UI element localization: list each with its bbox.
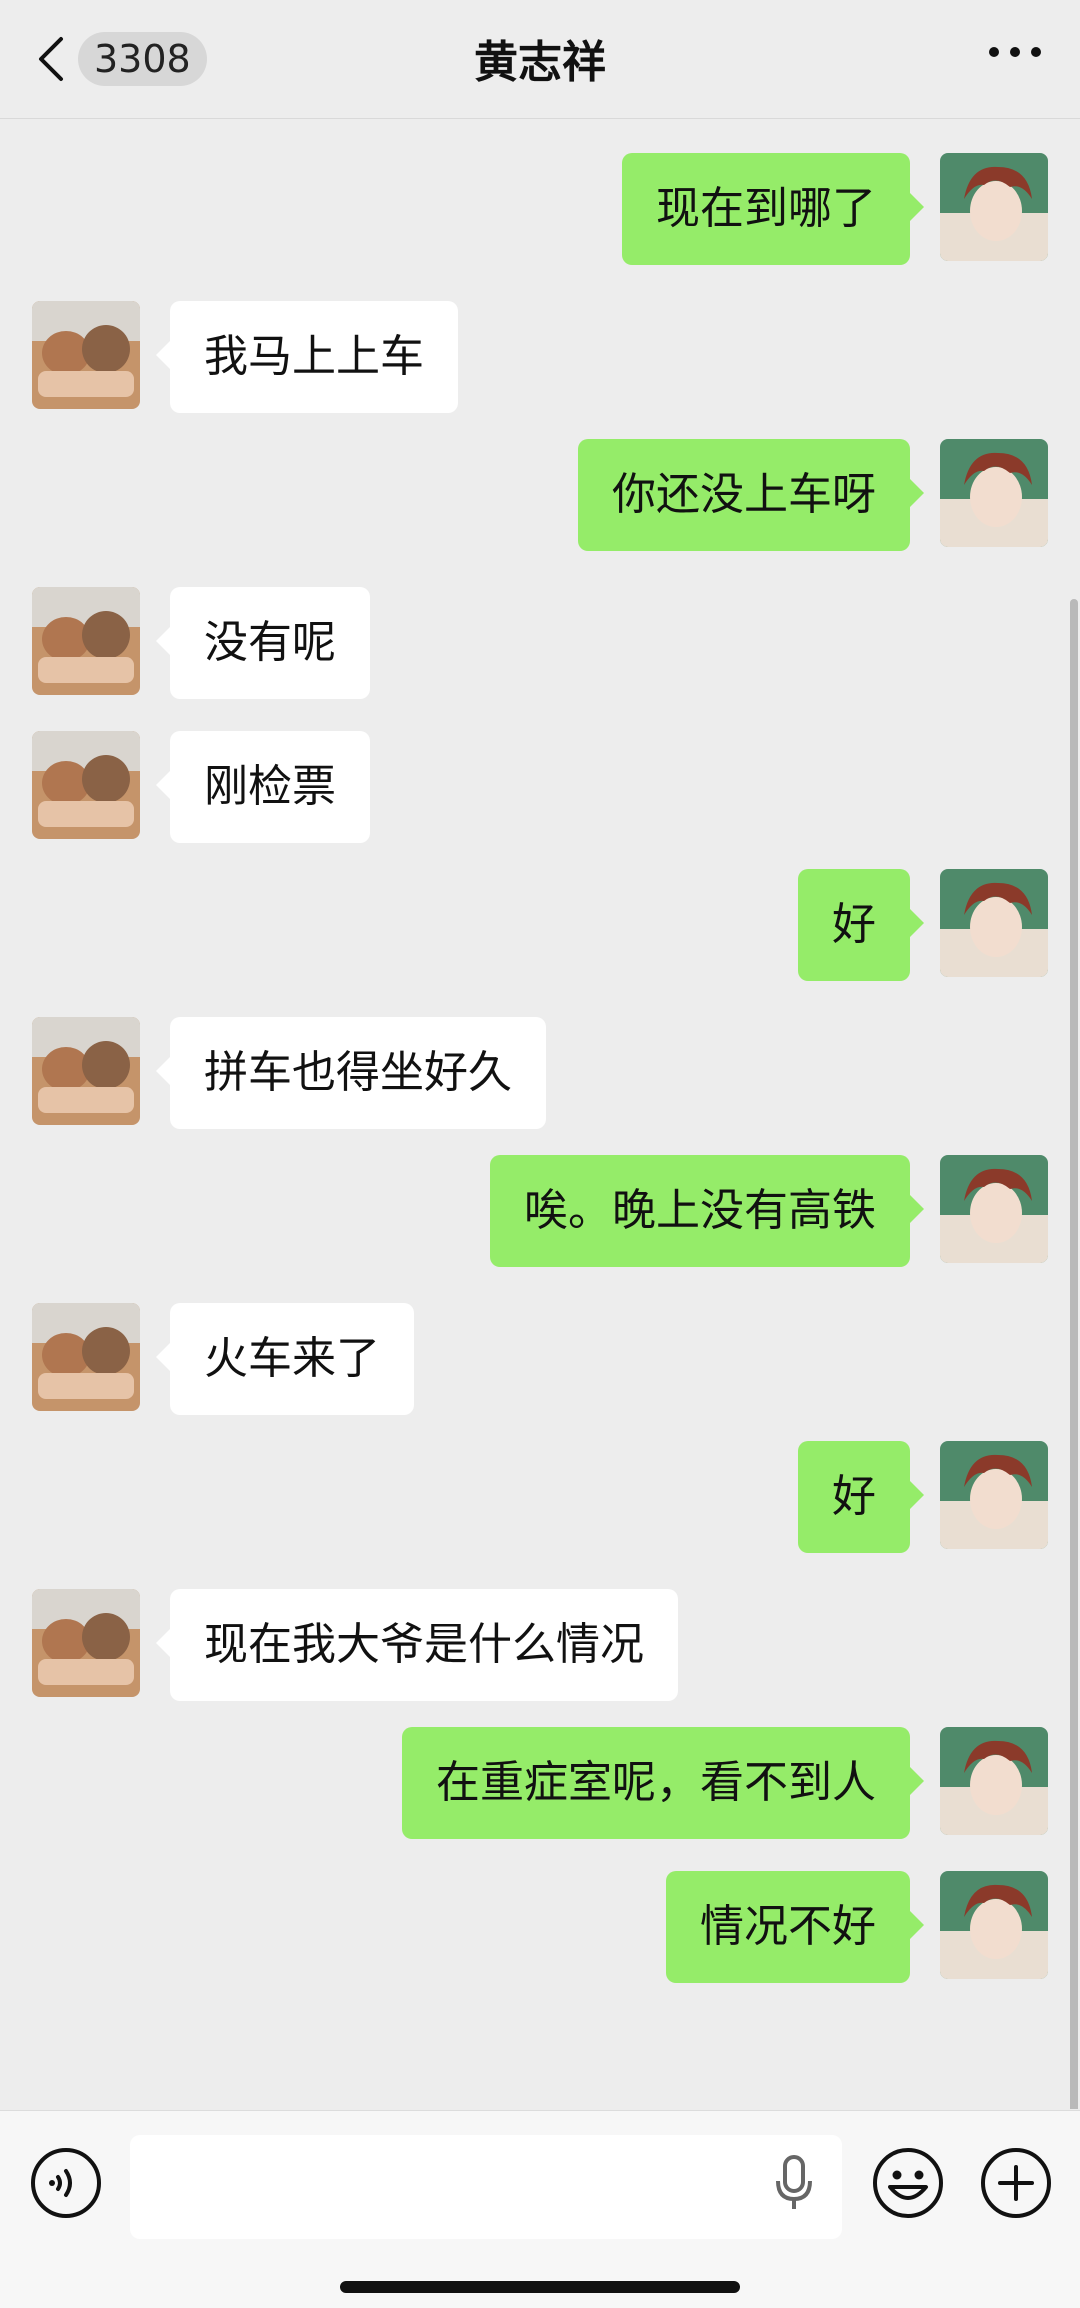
incoming-message[interactable]: 我马上上车 (156, 301, 458, 413)
outgoing-message[interactable]: 情况不好 (666, 1871, 924, 1983)
contact-avatar[interactable] (32, 1589, 140, 1697)
input-bar (0, 2110, 1080, 2308)
contact-avatar[interactable] (32, 587, 140, 695)
microphone-icon (772, 2153, 816, 2217)
my-avatar[interactable] (940, 869, 1048, 977)
plus-button[interactable] (978, 2147, 1054, 2223)
message-row: 在重症室呢，看不到人 (0, 1727, 1080, 1839)
microphone-button[interactable] (756, 2147, 832, 2223)
incoming-message[interactable]: 拼车也得坐好久 (156, 1017, 546, 1129)
my-avatar[interactable] (940, 1727, 1048, 1835)
my-avatar[interactable] (940, 1871, 1048, 1979)
message-list[interactable]: 现在到哪了 我马上上车 你还没上车呀 没有呢 刚检票 好 拼车也得坐好久 唉。晚… (0, 119, 1080, 2109)
outgoing-message[interactable]: 好 (798, 1441, 924, 1553)
message-row: 好 (0, 869, 1080, 981)
home-indicator[interactable] (340, 2281, 740, 2293)
emoji-icon (870, 2145, 946, 2225)
outgoing-message[interactable]: 在重症室呢，看不到人 (402, 1727, 924, 1839)
outgoing-message[interactable]: 好 (798, 869, 924, 981)
contact-avatar[interactable] (32, 731, 140, 839)
incoming-message[interactable]: 刚检票 (156, 731, 370, 843)
incoming-message[interactable]: 没有呢 (156, 587, 370, 699)
more-horizontal-icon (987, 44, 1043, 63)
scrollbar[interactable] (1070, 599, 1078, 2109)
outgoing-message[interactable]: 你还没上车呀 (578, 439, 924, 551)
message-row: 你还没上车呀 (0, 439, 1080, 551)
my-avatar[interactable] (940, 439, 1048, 547)
message-row: 没有呢 (0, 587, 1080, 699)
message-row: 火车来了 (0, 1303, 1080, 1415)
message-row: 拼车也得坐好久 (0, 1017, 1080, 1129)
message-row: 现在到哪了 (0, 153, 1080, 265)
chat-header: 3308 黄志祥 (0, 0, 1080, 119)
message-row: 唉。晚上没有高铁 (0, 1155, 1080, 1267)
outgoing-message[interactable]: 现在到哪了 (622, 153, 924, 265)
chat-screen: 3308 黄志祥 现在到哪了 我马上上车 你还没上车呀 没有呢 刚检票 好 拼车… (0, 0, 1080, 2308)
message-row: 我马上上车 (0, 301, 1080, 413)
voice-icon (28, 2145, 104, 2225)
more-button[interactable] (980, 28, 1050, 78)
contact-avatar[interactable] (32, 1303, 140, 1411)
incoming-message[interactable]: 现在我大爷是什么情况 (156, 1589, 678, 1701)
chat-title: 黄志祥 (474, 37, 606, 88)
my-avatar[interactable] (940, 153, 1048, 261)
plus-icon (978, 2145, 1054, 2225)
contact-avatar[interactable] (32, 1017, 140, 1125)
message-row: 现在我大爷是什么情况 (0, 1589, 1080, 1701)
message-row: 刚检票 (0, 731, 1080, 843)
my-avatar[interactable] (940, 1441, 1048, 1549)
voice-button[interactable] (28, 2147, 104, 2223)
my-avatar[interactable] (940, 1155, 1048, 1263)
contact-avatar[interactable] (32, 301, 140, 409)
message-row: 好 (0, 1441, 1080, 1553)
emoji-button[interactable] (870, 2147, 946, 2223)
message-input[interactable] (130, 2135, 842, 2239)
incoming-message[interactable]: 火车来了 (156, 1303, 414, 1415)
outgoing-message[interactable]: 唉。晚上没有高铁 (490, 1155, 924, 1267)
message-row: 情况不好 (0, 1871, 1080, 1983)
